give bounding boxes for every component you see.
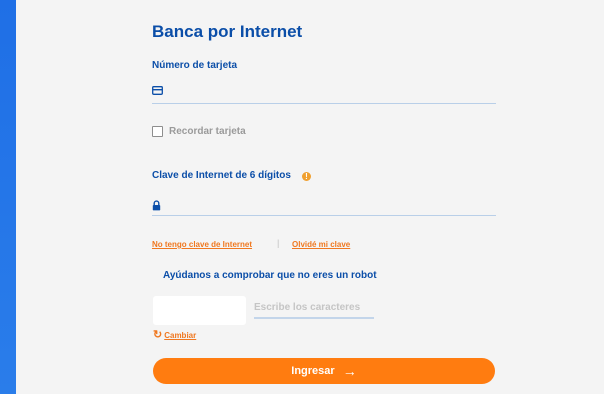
password-underline	[152, 215, 496, 216]
lock-icon	[152, 200, 161, 211]
refresh-icon: ↻	[153, 329, 163, 341]
card-number-input[interactable]	[168, 82, 494, 100]
arrow-right-icon: →	[342, 363, 357, 379]
checkbox-box[interactable]	[152, 126, 163, 137]
link-separator: |	[277, 238, 280, 248]
no-key-link[interactable]: No tengo clave de Internet	[152, 240, 252, 249]
password-input[interactable]	[168, 196, 494, 214]
card-number-underline	[152, 103, 496, 104]
password-label: Clave de Internet de 6 dígitos	[152, 170, 291, 181]
credit-card-icon	[152, 86, 163, 95]
submit-label: Ingresar	[291, 365, 335, 377]
captcha-input[interactable]	[254, 297, 374, 319]
captcha-refresh-label: Cambiar	[164, 331, 197, 340]
login-submit-button[interactable]: Ingresar →	[153, 358, 495, 384]
forgot-key-link[interactable]: Olvidé mi clave	[292, 240, 350, 249]
remember-card-label: Recordar tarjeta	[169, 126, 246, 137]
captcha-refresh-button[interactable]: ↻ Cambiar	[153, 330, 196, 341]
remember-card-checkbox[interactable]: Recordar tarjeta	[152, 126, 246, 137]
captcha-title: Ayúdanos a comprobar que no eres un robo…	[163, 270, 377, 281]
card-number-label: Número de tarjeta	[152, 60, 238, 71]
info-icon[interactable]: !	[302, 172, 311, 181]
page-title: Banca por Internet	[152, 22, 303, 41]
captcha-image	[153, 296, 246, 325]
brand-side-band	[0, 0, 16, 394]
